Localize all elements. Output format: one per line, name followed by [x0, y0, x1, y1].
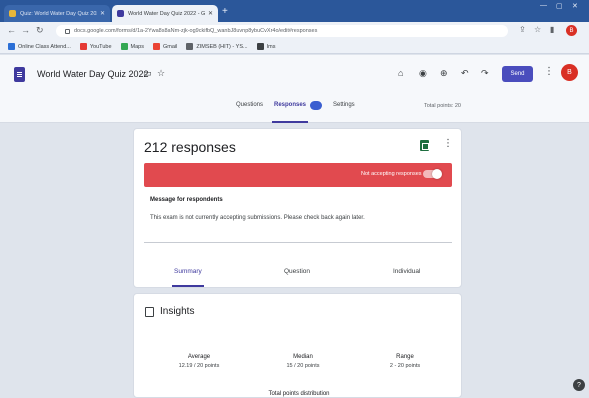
- forms-header: World Water Day Quiz 2022 ▭ ☆ ⌂ ◉ ⊕ ↶ ↷ …: [0, 55, 589, 123]
- accepting-responses-toggle[interactable]: [423, 169, 442, 179]
- extensions-icon[interactable]: ▮: [550, 25, 554, 34]
- toggle-knob: [432, 169, 442, 179]
- gmail-icon: [152, 43, 160, 50]
- bookmark-label: Maps: [130, 43, 144, 50]
- tab-individual[interactable]: Individual: [393, 268, 420, 275]
- back-arrow-icon[interactable]: ←: [7, 25, 16, 35]
- bookmark-label: Gmail: [162, 43, 178, 50]
- send-button[interactable]: Send: [502, 66, 533, 82]
- forms-favicon-icon: [117, 10, 124, 17]
- help-icon[interactable]: ?: [573, 379, 585, 391]
- stat-range-label: Range: [396, 354, 414, 360]
- bookmark-icon: [186, 43, 194, 50]
- distribution-title: Total points distribution: [268, 391, 330, 397]
- form-tabs: Questions Responses Settings: [0, 102, 589, 116]
- reload-icon[interactable]: ↻: [36, 25, 44, 36]
- bookmark-item[interactable]: ZIMSEB (HIT) - YS...: [186, 43, 248, 50]
- settings-icon[interactable]: ⊕: [440, 68, 448, 79]
- bookmark-item[interactable]: Online Class Attend...: [8, 43, 71, 50]
- bookmark-item[interactable]: Gmail: [152, 43, 178, 50]
- share-icon[interactable]: ⇪: [519, 25, 526, 34]
- forms-logo-icon[interactable]: [14, 67, 25, 82]
- browser-tab-forms[interactable]: World Water Day Quiz 2022 - Google Forms…: [112, 5, 218, 22]
- stat-median-value: 15 / 20 points: [286, 363, 320, 369]
- more-options-icon[interactable]: ⋮: [544, 66, 554, 77]
- insights-icon: [145, 307, 154, 317]
- stat-average-value: 12.19 / 20 points: [178, 363, 220, 369]
- browser-tab-quiz[interactable]: Quiz: World Water Day Quiz 2022 - Google…: [4, 5, 110, 22]
- bookmark-label: Online Class Attend...: [18, 43, 71, 50]
- maximize-icon[interactable]: ▢: [556, 2, 563, 10]
- responses-card: 212 responses ⋮ Not accepting responses …: [133, 128, 462, 288]
- close-tab-icon[interactable]: ✕: [208, 10, 213, 17]
- minimize-icon[interactable]: —: [540, 2, 547, 9]
- bookmark-item[interactable]: YouTube: [79, 43, 112, 50]
- form-title[interactable]: World Water Day Quiz 2022: [37, 69, 149, 79]
- bookmark-label: ZIMSEB (HIT) - YS...: [196, 43, 248, 50]
- close-window-icon[interactable]: ✕: [572, 2, 578, 10]
- new-tab-icon[interactable]: +: [222, 6, 228, 17]
- forward-arrow-icon[interactable]: →: [21, 25, 30, 35]
- stat-average-label: Average: [187, 354, 211, 360]
- more-options-icon[interactable]: ⋮: [443, 138, 453, 149]
- bookmark-label: YouTube: [89, 43, 112, 50]
- folder-icon[interactable]: ▭: [143, 68, 152, 79]
- lock-icon: [65, 28, 70, 34]
- url-input[interactable]: docs.google.com/forms/d/1a-2Ywa8s8aNm-zj…: [56, 25, 508, 37]
- browser-profile-avatar[interactable]: B: [566, 25, 577, 36]
- tab-settings[interactable]: Settings: [333, 102, 355, 108]
- stat-median-label: Median: [293, 354, 313, 360]
- stat-range-value: 2 - 20 points: [389, 363, 421, 369]
- browser-tab-title: Quiz: World Water Day Quiz 2022 - Google…: [20, 10, 97, 17]
- browser-tab-title: World Water Day Quiz 2022 - Google Forms: [128, 10, 205, 17]
- bookmark-icon: [256, 43, 264, 50]
- bookmark-item[interactable]: Ims: [256, 43, 276, 50]
- browser-tab-strip: Quiz: World Water Day Quiz 2022 - Google…: [0, 0, 589, 22]
- message-input[interactable]: This exam is not currently accepting sub…: [144, 207, 452, 243]
- star-icon[interactable]: ☆: [534, 25, 541, 34]
- message-text: This exam is not currently accepting sub…: [150, 215, 365, 221]
- maps-icon: [120, 43, 128, 50]
- bookmarks-bar: Online Class Attend... YouTube Maps Gmai…: [0, 40, 589, 54]
- insights-title: Insights: [160, 306, 195, 317]
- tab-responses[interactable]: Responses: [274, 102, 306, 108]
- tab-summary[interactable]: Summary: [174, 268, 202, 275]
- customize-theme-icon[interactable]: ⌂: [398, 68, 403, 78]
- preview-icon[interactable]: ◉: [419, 68, 427, 79]
- tab-question[interactable]: Question: [284, 268, 310, 275]
- accepting-status: Not accepting responses: [361, 171, 422, 177]
- total-points: Total points: 20: [424, 103, 461, 109]
- not-accepting-banner: Not accepting responses: [144, 163, 452, 187]
- url-text: docs.google.com/forms/d/1a-2Ywa8s8aNm-zj…: [74, 28, 318, 34]
- redo-icon[interactable]: ↷: [481, 68, 489, 79]
- tab-questions[interactable]: Questions: [236, 102, 263, 108]
- active-tab-indicator: [272, 121, 308, 123]
- youtube-icon: [79, 43, 87, 50]
- close-tab-icon[interactable]: ✕: [100, 10, 105, 17]
- response-count: 212 responses: [144, 139, 236, 155]
- sheets-icon[interactable]: [420, 140, 429, 151]
- active-subtab-indicator: [172, 285, 204, 287]
- avatar[interactable]: B: [561, 64, 578, 81]
- bookmark-label: Ims: [266, 43, 276, 50]
- star-icon[interactable]: ☆: [157, 68, 165, 79]
- responses-count-badge: [310, 101, 322, 110]
- insights-card: Insights Average 12.19 / 20 points Media…: [133, 293, 462, 398]
- undo-icon[interactable]: ↶: [461, 68, 469, 79]
- forms-favicon-icon: [9, 10, 16, 17]
- address-bar: ← → ↻ docs.google.com/forms/d/1a-2Ywa8s8…: [0, 22, 589, 40]
- bookmark-icon: [8, 43, 15, 50]
- message-heading: Message for respondents: [150, 197, 223, 203]
- bookmark-item[interactable]: Maps: [120, 43, 144, 50]
